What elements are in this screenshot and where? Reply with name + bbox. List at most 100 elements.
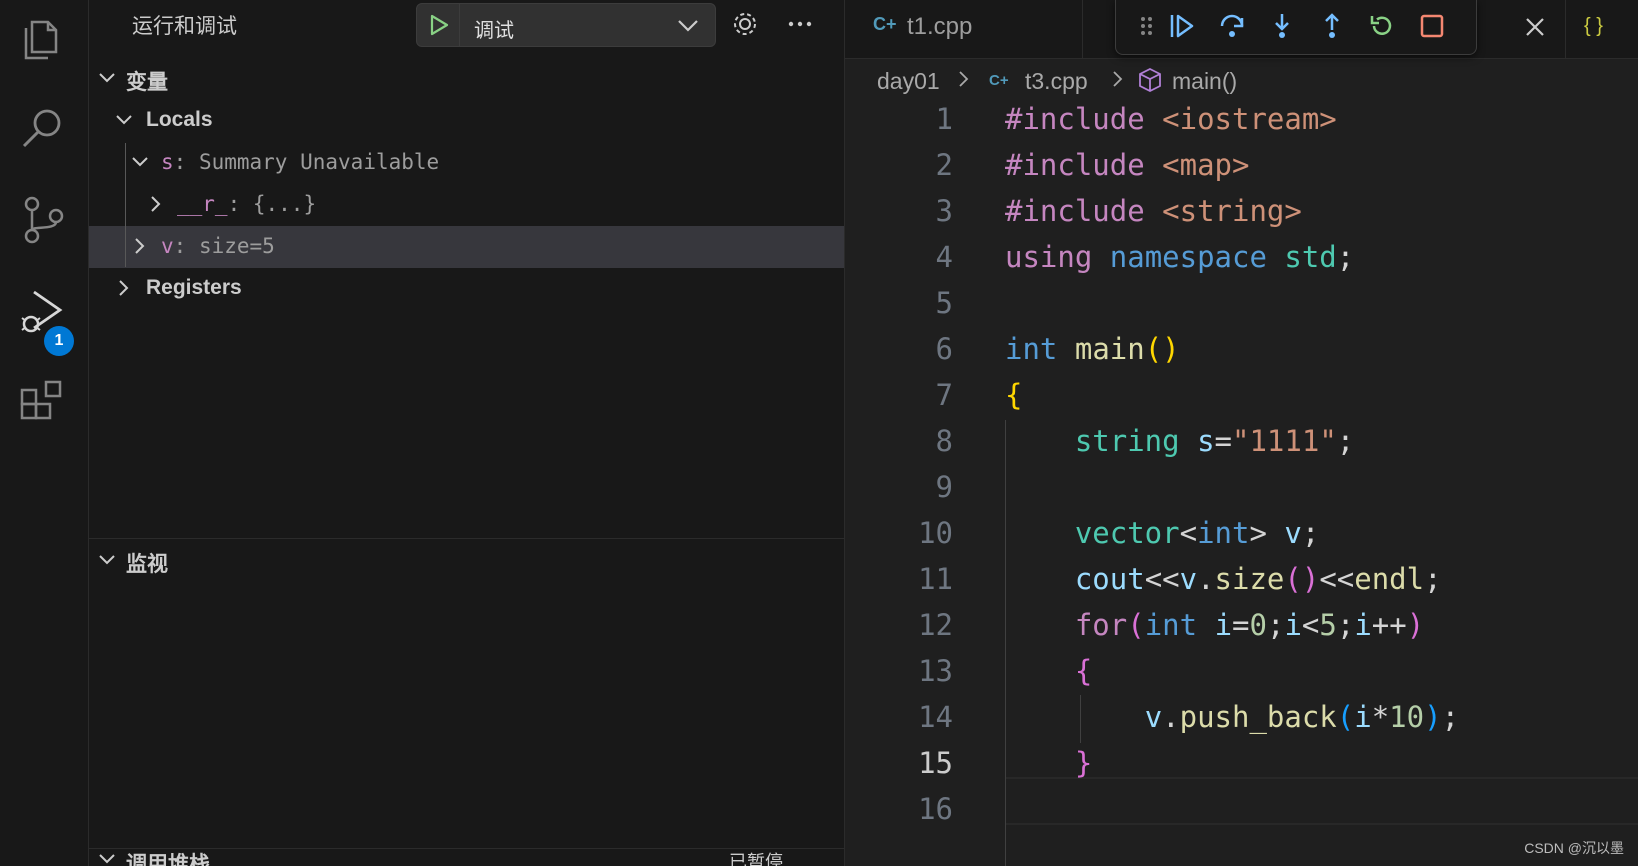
watermark: CSDN @沉以墨 [1524,840,1624,856]
chevron-down-icon [115,111,133,134]
current-line-highlight [1005,777,1638,825]
code-line: string s="1111"; [1074,424,1355,458]
chevron-right-icon [147,195,165,218]
debug-badge: 1 [44,326,74,356]
locals-label: Locals [146,108,213,131]
more-actions-icon[interactable] [786,10,814,43]
line-number: 3 [935,194,953,228]
source-control-icon[interactable] [18,194,70,246]
step-over-icon[interactable] [1218,12,1246,40]
chevron-right-icon [1111,68,1125,95]
extensions-icon[interactable] [18,378,70,430]
line-number-current: 15 [918,746,953,780]
stop-icon[interactable] [1418,12,1446,40]
breadcrumb-symbol[interactable]: main() [1172,68,1237,95]
panel-divider [89,848,844,849]
line-number: 11 [918,562,953,596]
editor-tabs: C+ t1.cpp {} [845,0,1638,59]
code-line: cout<<v.size()<<endl; [1074,562,1442,596]
code-line: using namespace std; [1005,240,1355,274]
code-line: v.push_back(i*10); [1144,700,1460,734]
code-line: { [1005,378,1023,412]
line-number: 4 [935,240,953,274]
variable-value: Summary Unavailable [198,150,440,174]
variable-value: size=5 [198,234,275,258]
start-debugging-icon[interactable] [427,13,451,42]
callstack-section-header[interactable]: 调用堆栈 已暂停 [89,850,844,866]
launch-config-dropdown[interactable]: 调试 [416,3,716,47]
code-line-current: } [1074,746,1093,780]
line-number: 14 [918,700,953,734]
gear-icon[interactable] [731,10,759,43]
drag-handle-icon[interactable] [1132,12,1160,40]
variable-entry: __r_: {...} [177,192,317,216]
code-line: { [1074,654,1093,688]
chevron-right-icon [115,279,133,302]
line-number: 7 [935,378,953,412]
close-icon[interactable] [1523,15,1547,44]
line-number: 6 [935,332,953,366]
line-number: 9 [935,470,953,504]
breadcrumb: day01 C+ t3.cpp main() [845,62,1638,102]
activity-bar: 1 [0,0,89,866]
cpp-file-icon: C+ [989,72,1009,89]
variables-header: 变量 [126,71,168,94]
registers-scope[interactable]: Registers [89,268,844,310]
chevron-down-icon [98,69,116,92]
locals-scope[interactable]: Locals [89,100,844,142]
breadcrumb-folder[interactable]: day01 [877,68,940,95]
cube-icon [1137,67,1163,99]
debug-toolbar [1115,0,1477,55]
launch-config-label: 调试 [474,20,514,42]
watch-section-header[interactable]: 监视 [89,540,844,582]
variable-value: {...} [252,192,317,216]
sidebar-title: 运行和调试 [132,15,237,38]
cpp-file-icon: C+ [873,14,897,34]
line-number: 1 [935,102,953,136]
step-into-icon[interactable] [1268,12,1296,40]
variable-name: v [161,234,174,258]
step-out-icon[interactable] [1318,12,1346,40]
indent-guide [1005,420,1006,866]
launch-divider [459,4,460,46]
variable-row-selected[interactable]: v: size=5 [89,226,844,268]
line-number: 2 [935,148,953,182]
code-line: int main() [1005,332,1180,366]
variable-row[interactable]: __r_: {...} [89,184,844,226]
search-icon[interactable] [18,102,70,154]
tab-t1-cpp[interactable]: C+ t1.cpp [845,0,1083,58]
variable-name: s [161,150,174,174]
registers-label: Registers [146,276,242,299]
continue-icon[interactable] [1168,12,1196,40]
debug-sidebar: 运行和调试 调试 变量 Locals s: Summary Unavailabl… [89,0,845,866]
variable-entry: v: size=5 [161,234,275,258]
editor-area: C+ t1.cpp {} day01 C+ t3.cpp main() 1 2… [845,0,1638,866]
json-file-icon: { } [1584,15,1603,37]
restart-icon[interactable] [1368,12,1396,40]
code-line: #include <map> [1005,148,1250,182]
code-line: #include <iostream> [1005,102,1337,136]
chevron-down-icon [677,16,699,39]
explorer-icon[interactable] [18,10,70,62]
chevron-right-icon [957,68,971,95]
code-line: vector<int> v; [1074,516,1320,550]
line-number: 5 [935,286,953,320]
line-number: 16 [918,792,953,826]
code-line: #include <string> [1005,194,1302,228]
tab-label: t1.cpp [907,13,973,40]
variable-row[interactable]: s: Summary Unavailable [89,142,844,184]
chevron-down-icon [98,551,116,574]
variable-name: __r_ [177,192,228,216]
callstack-status: 已暂停 [729,852,783,866]
panel-divider [89,538,844,539]
variable-entry: s: Summary Unavailable [161,150,440,174]
breadcrumb-file[interactable]: t3.cpp [1025,68,1088,95]
callstack-header: 调用堆栈 [126,853,210,866]
tab-json[interactable]: { } [1565,0,1638,58]
variables-section-header[interactable]: 变量 [89,58,844,100]
tree-indent-guide [125,143,126,267]
line-number: 13 [918,654,953,688]
code-line: for(int i=0;i<5;i++) [1074,608,1425,642]
line-number: 12 [918,608,953,642]
line-number: 8 [935,424,953,458]
